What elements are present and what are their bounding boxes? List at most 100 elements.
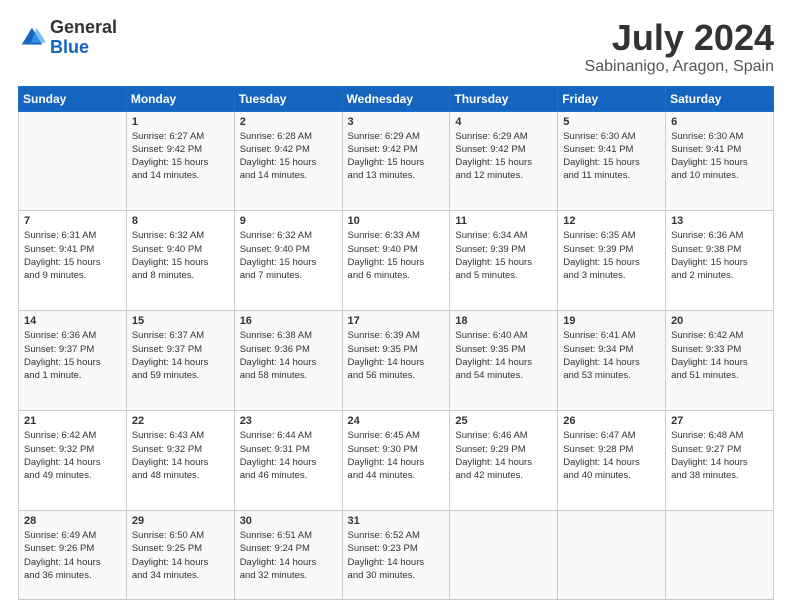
cell-line: Sunrise: 6:32 AM	[132, 229, 229, 242]
cell-line: Daylight: 14 hours	[563, 356, 660, 369]
day-number: 15	[132, 315, 229, 327]
cell-line: and 40 minutes.	[563, 469, 660, 482]
cell-line: Daylight: 14 hours	[240, 356, 337, 369]
day-number: 3	[348, 116, 445, 128]
day-number: 10	[348, 215, 445, 227]
cell-line: Daylight: 15 hours	[240, 156, 337, 169]
calendar-cell: 14Sunrise: 6:36 AMSunset: 9:37 PMDayligh…	[19, 311, 127, 411]
cell-line: and 1 minute.	[24, 369, 121, 382]
calendar-cell: 12Sunrise: 6:35 AMSunset: 9:39 PMDayligh…	[558, 211, 666, 311]
calendar-cell: 10Sunrise: 6:33 AMSunset: 9:40 PMDayligh…	[342, 211, 450, 311]
cell-line: Daylight: 14 hours	[455, 456, 552, 469]
cell-line: Daylight: 15 hours	[455, 156, 552, 169]
cell-line: Sunset: 9:32 PM	[24, 443, 121, 456]
day-number: 23	[240, 415, 337, 427]
cell-line: Sunset: 9:35 PM	[348, 343, 445, 356]
cell-line: Sunrise: 6:32 AM	[240, 229, 337, 242]
calendar-cell: 27Sunrise: 6:48 AMSunset: 9:27 PMDayligh…	[666, 411, 774, 511]
calendar-cell: 3Sunrise: 6:29 AMSunset: 9:42 PMDaylight…	[342, 111, 450, 211]
cell-line: Sunset: 9:42 PM	[240, 143, 337, 156]
calendar-cell: 18Sunrise: 6:40 AMSunset: 9:35 PMDayligh…	[450, 311, 558, 411]
cell-line: Sunset: 9:27 PM	[671, 443, 768, 456]
cell-line: and 46 minutes.	[240, 469, 337, 482]
cell-line: Sunset: 9:42 PM	[455, 143, 552, 156]
subtitle: Sabinanigo, Aragon, Spain	[585, 58, 774, 76]
day-number: 26	[563, 415, 660, 427]
cell-line: Sunset: 9:37 PM	[132, 343, 229, 356]
title-block: July 2024 Sabinanigo, Aragon, Spain	[585, 18, 774, 76]
day-number: 28	[24, 515, 121, 527]
calendar-cell: 26Sunrise: 6:47 AMSunset: 9:28 PMDayligh…	[558, 411, 666, 511]
cell-line: Sunrise: 6:30 AM	[563, 130, 660, 143]
day-number: 16	[240, 315, 337, 327]
calendar-day-header: Thursday	[450, 86, 558, 111]
cell-line: Sunset: 9:39 PM	[455, 243, 552, 256]
day-number: 25	[455, 415, 552, 427]
cell-line: Sunset: 9:34 PM	[563, 343, 660, 356]
cell-line: and 30 minutes.	[348, 569, 445, 582]
calendar-cell: 22Sunrise: 6:43 AMSunset: 9:32 PMDayligh…	[126, 411, 234, 511]
cell-line: Sunset: 9:40 PM	[132, 243, 229, 256]
cell-line: Sunrise: 6:31 AM	[24, 229, 121, 242]
day-number: 29	[132, 515, 229, 527]
cell-line: Sunrise: 6:33 AM	[348, 229, 445, 242]
cell-line: and 7 minutes.	[240, 269, 337, 282]
cell-line: and 2 minutes.	[671, 269, 768, 282]
cell-line: Sunrise: 6:38 AM	[240, 329, 337, 342]
calendar-cell: 15Sunrise: 6:37 AMSunset: 9:37 PMDayligh…	[126, 311, 234, 411]
day-number: 21	[24, 415, 121, 427]
day-number: 11	[455, 215, 552, 227]
cell-line: Sunset: 9:38 PM	[671, 243, 768, 256]
calendar-cell: 31Sunrise: 6:52 AMSunset: 9:23 PMDayligh…	[342, 511, 450, 600]
day-number: 17	[348, 315, 445, 327]
cell-line: and 9 minutes.	[24, 269, 121, 282]
cell-line: Sunset: 9:25 PM	[132, 542, 229, 555]
calendar-cell: 7Sunrise: 6:31 AMSunset: 9:41 PMDaylight…	[19, 211, 127, 311]
cell-line: Sunset: 9:39 PM	[563, 243, 660, 256]
calendar-cell: 30Sunrise: 6:51 AMSunset: 9:24 PMDayligh…	[234, 511, 342, 600]
calendar-cell: 17Sunrise: 6:39 AMSunset: 9:35 PMDayligh…	[342, 311, 450, 411]
logo-icon	[18, 24, 46, 52]
day-number: 14	[24, 315, 121, 327]
cell-line: Sunset: 9:31 PM	[240, 443, 337, 456]
cell-line: Sunrise: 6:46 AM	[455, 429, 552, 442]
cell-line: Daylight: 15 hours	[671, 256, 768, 269]
cell-line: Sunrise: 6:48 AM	[671, 429, 768, 442]
calendar-cell: 13Sunrise: 6:36 AMSunset: 9:38 PMDayligh…	[666, 211, 774, 311]
cell-line: Sunrise: 6:52 AM	[348, 529, 445, 542]
cell-line: and 10 minutes.	[671, 169, 768, 182]
cell-line: Sunset: 9:37 PM	[24, 343, 121, 356]
cell-line: Sunset: 9:36 PM	[240, 343, 337, 356]
cell-line: and 44 minutes.	[348, 469, 445, 482]
main-title: July 2024	[585, 18, 774, 58]
day-number: 1	[132, 116, 229, 128]
cell-line: Sunrise: 6:45 AM	[348, 429, 445, 442]
calendar-day-header: Tuesday	[234, 86, 342, 111]
day-number: 30	[240, 515, 337, 527]
cell-line: Daylight: 14 hours	[132, 456, 229, 469]
cell-line: and 51 minutes.	[671, 369, 768, 382]
cell-line: Sunrise: 6:50 AM	[132, 529, 229, 542]
cell-line: Sunset: 9:32 PM	[132, 443, 229, 456]
cell-line: and 54 minutes.	[455, 369, 552, 382]
cell-line: Daylight: 14 hours	[455, 356, 552, 369]
cell-line: Daylight: 15 hours	[240, 256, 337, 269]
cell-line: and 5 minutes.	[455, 269, 552, 282]
cell-line: Daylight: 15 hours	[563, 256, 660, 269]
cell-line: Sunrise: 6:36 AM	[24, 329, 121, 342]
cell-line: Sunset: 9:28 PM	[563, 443, 660, 456]
cell-line: Daylight: 15 hours	[132, 156, 229, 169]
cell-line: Daylight: 15 hours	[24, 256, 121, 269]
calendar-cell: 21Sunrise: 6:42 AMSunset: 9:32 PMDayligh…	[19, 411, 127, 511]
calendar-cell: 11Sunrise: 6:34 AMSunset: 9:39 PMDayligh…	[450, 211, 558, 311]
cell-line: Sunrise: 6:42 AM	[24, 429, 121, 442]
cell-line: Sunset: 9:40 PM	[240, 243, 337, 256]
calendar-header-row: SundayMondayTuesdayWednesdayThursdayFrid…	[19, 86, 774, 111]
cell-line: Daylight: 15 hours	[348, 156, 445, 169]
day-number: 20	[671, 315, 768, 327]
day-number: 19	[563, 315, 660, 327]
day-number: 13	[671, 215, 768, 227]
calendar-day-header: Wednesday	[342, 86, 450, 111]
cell-line: and 6 minutes.	[348, 269, 445, 282]
calendar-cell: 20Sunrise: 6:42 AMSunset: 9:33 PMDayligh…	[666, 311, 774, 411]
